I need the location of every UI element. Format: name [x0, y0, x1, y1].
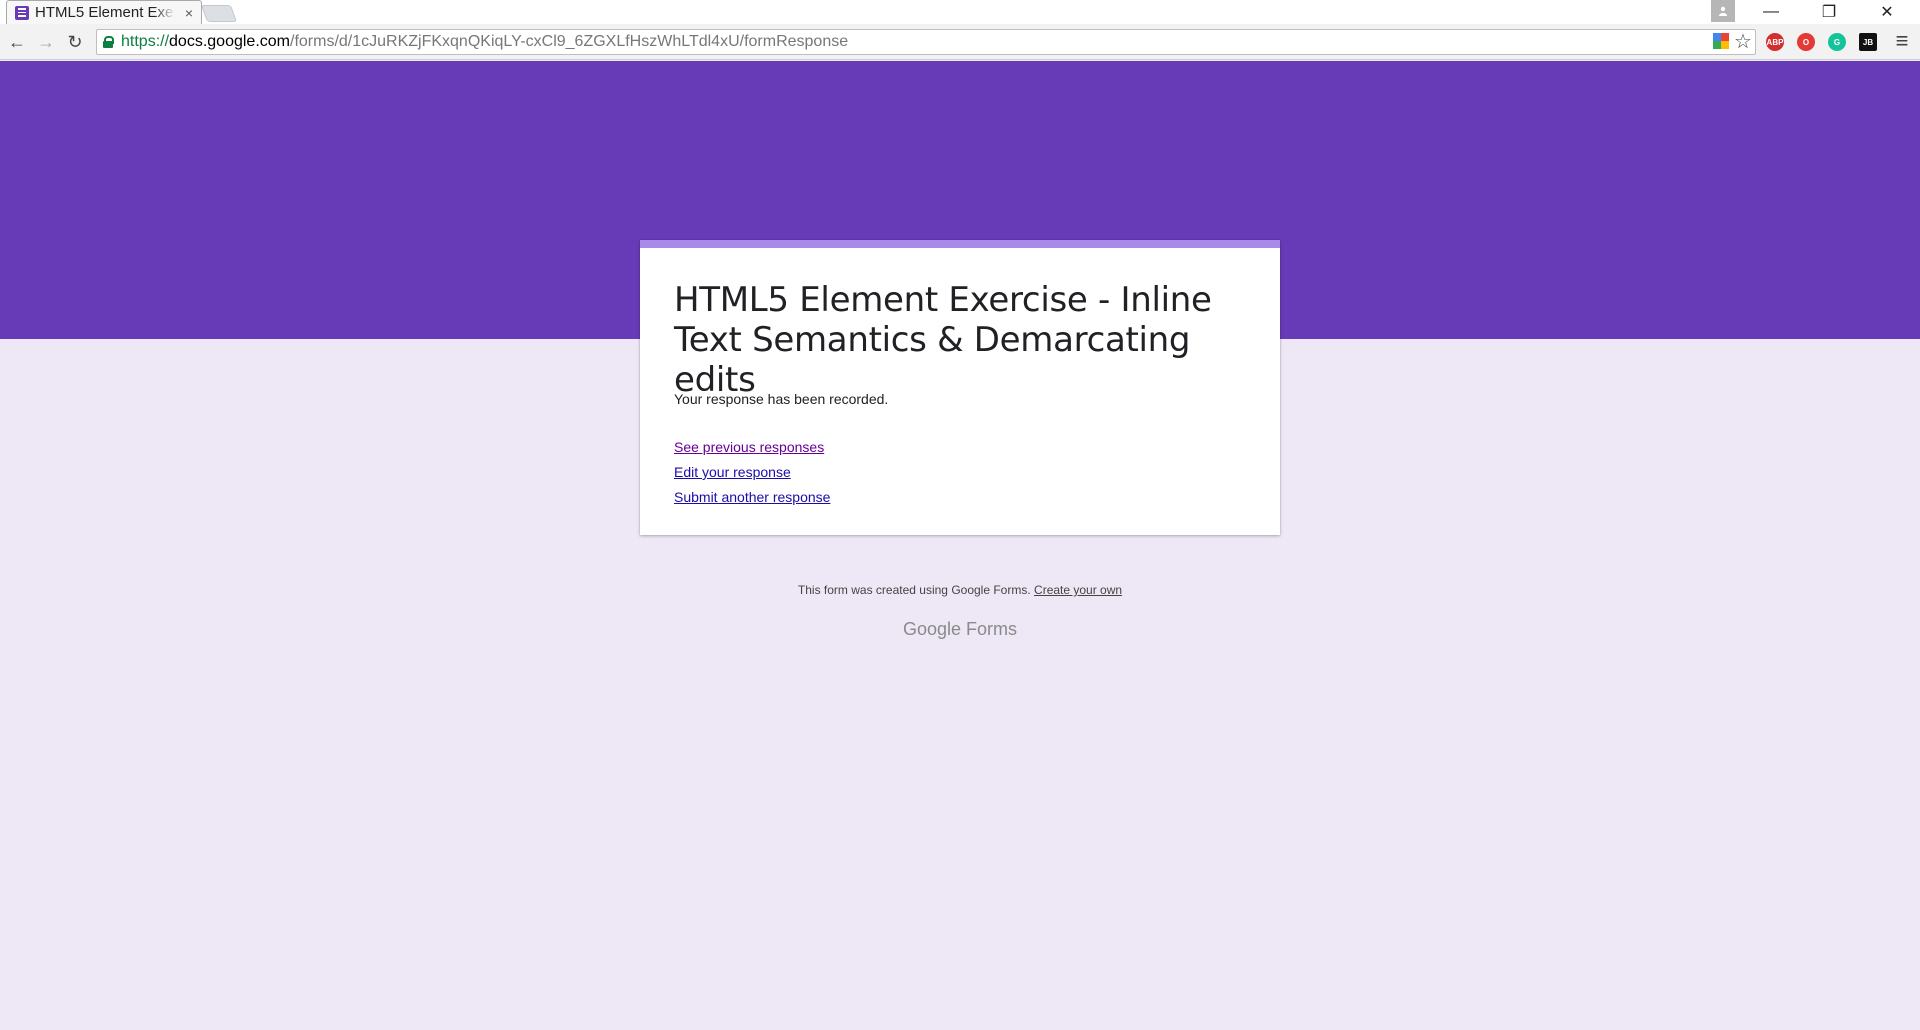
- translate-icon[interactable]: [1710, 30, 1732, 52]
- bookmark-star-icon[interactable]: ☆: [1732, 30, 1754, 53]
- forward-icon[interactable]: →: [35, 31, 57, 53]
- browser-tabstrip: HTML5 Element Exercise - Inline Text Sem…: [0, 0, 1920, 24]
- browser-menu-icon[interactable]: ≡: [1891, 28, 1913, 53]
- opera-icon[interactable]: O: [1797, 33, 1815, 51]
- tab-title: HTML5 Element Exercise - Inline Text Sem…: [35, 4, 175, 21]
- grammarly-icon[interactable]: G: [1828, 33, 1846, 51]
- window-close-icon[interactable]: ✕: [1858, 0, 1916, 24]
- browser-toolbar: ← → ↻ https://docs.google.com/forms/d/1c…: [0, 24, 1920, 60]
- browser-tab[interactable]: HTML5 Element Exercise - Inline Text Sem…: [6, 0, 202, 24]
- profile-icon[interactable]: [1711, 0, 1735, 22]
- reload-icon[interactable]: ↻: [64, 31, 86, 53]
- create-your-own-link[interactable]: Create your own: [1034, 583, 1122, 597]
- minimize-icon[interactable]: —: [1742, 0, 1800, 24]
- submit-another-response-link[interactable]: Submit another response: [674, 489, 830, 505]
- confirmation-message: Your response has been recorded.: [674, 391, 889, 407]
- see-previous-responses-link[interactable]: See previous responses: [674, 439, 824, 455]
- lock-icon: [103, 36, 114, 48]
- footer-notice: This form was created using Google Forms…: [0, 583, 1920, 597]
- brand-google: Google: [902, 619, 962, 639]
- restore-icon[interactable]: ❐: [1800, 0, 1858, 24]
- footer-text: This form was created using Google Forms…: [797, 583, 1031, 597]
- forms-favicon-icon: [15, 5, 29, 20]
- tab-close-icon[interactable]: ×: [185, 5, 193, 21]
- response-card: HTML5 Element Exercise - Inline Text Sem…: [640, 240, 1280, 535]
- abp-icon[interactable]: ABP: [1766, 33, 1784, 51]
- brand-forms: Forms: [966, 619, 1018, 639]
- google-forms-logo[interactable]: Google Forms: [0, 619, 1920, 640]
- url-text: https://docs.google.com/forms/d/1cJuRKZj…: [121, 33, 849, 50]
- form-title: HTML5 Element Exercise - Inline Text Sem…: [674, 280, 1212, 400]
- new-tab-button[interactable]: [200, 5, 238, 22]
- jb-icon[interactable]: JB: [1859, 33, 1877, 51]
- edit-response-link[interactable]: Edit your response: [674, 464, 791, 480]
- address-bar[interactable]: https://docs.google.com/forms/d/1cJuRKZj…: [96, 29, 1756, 55]
- back-icon[interactable]: ←: [6, 31, 28, 53]
